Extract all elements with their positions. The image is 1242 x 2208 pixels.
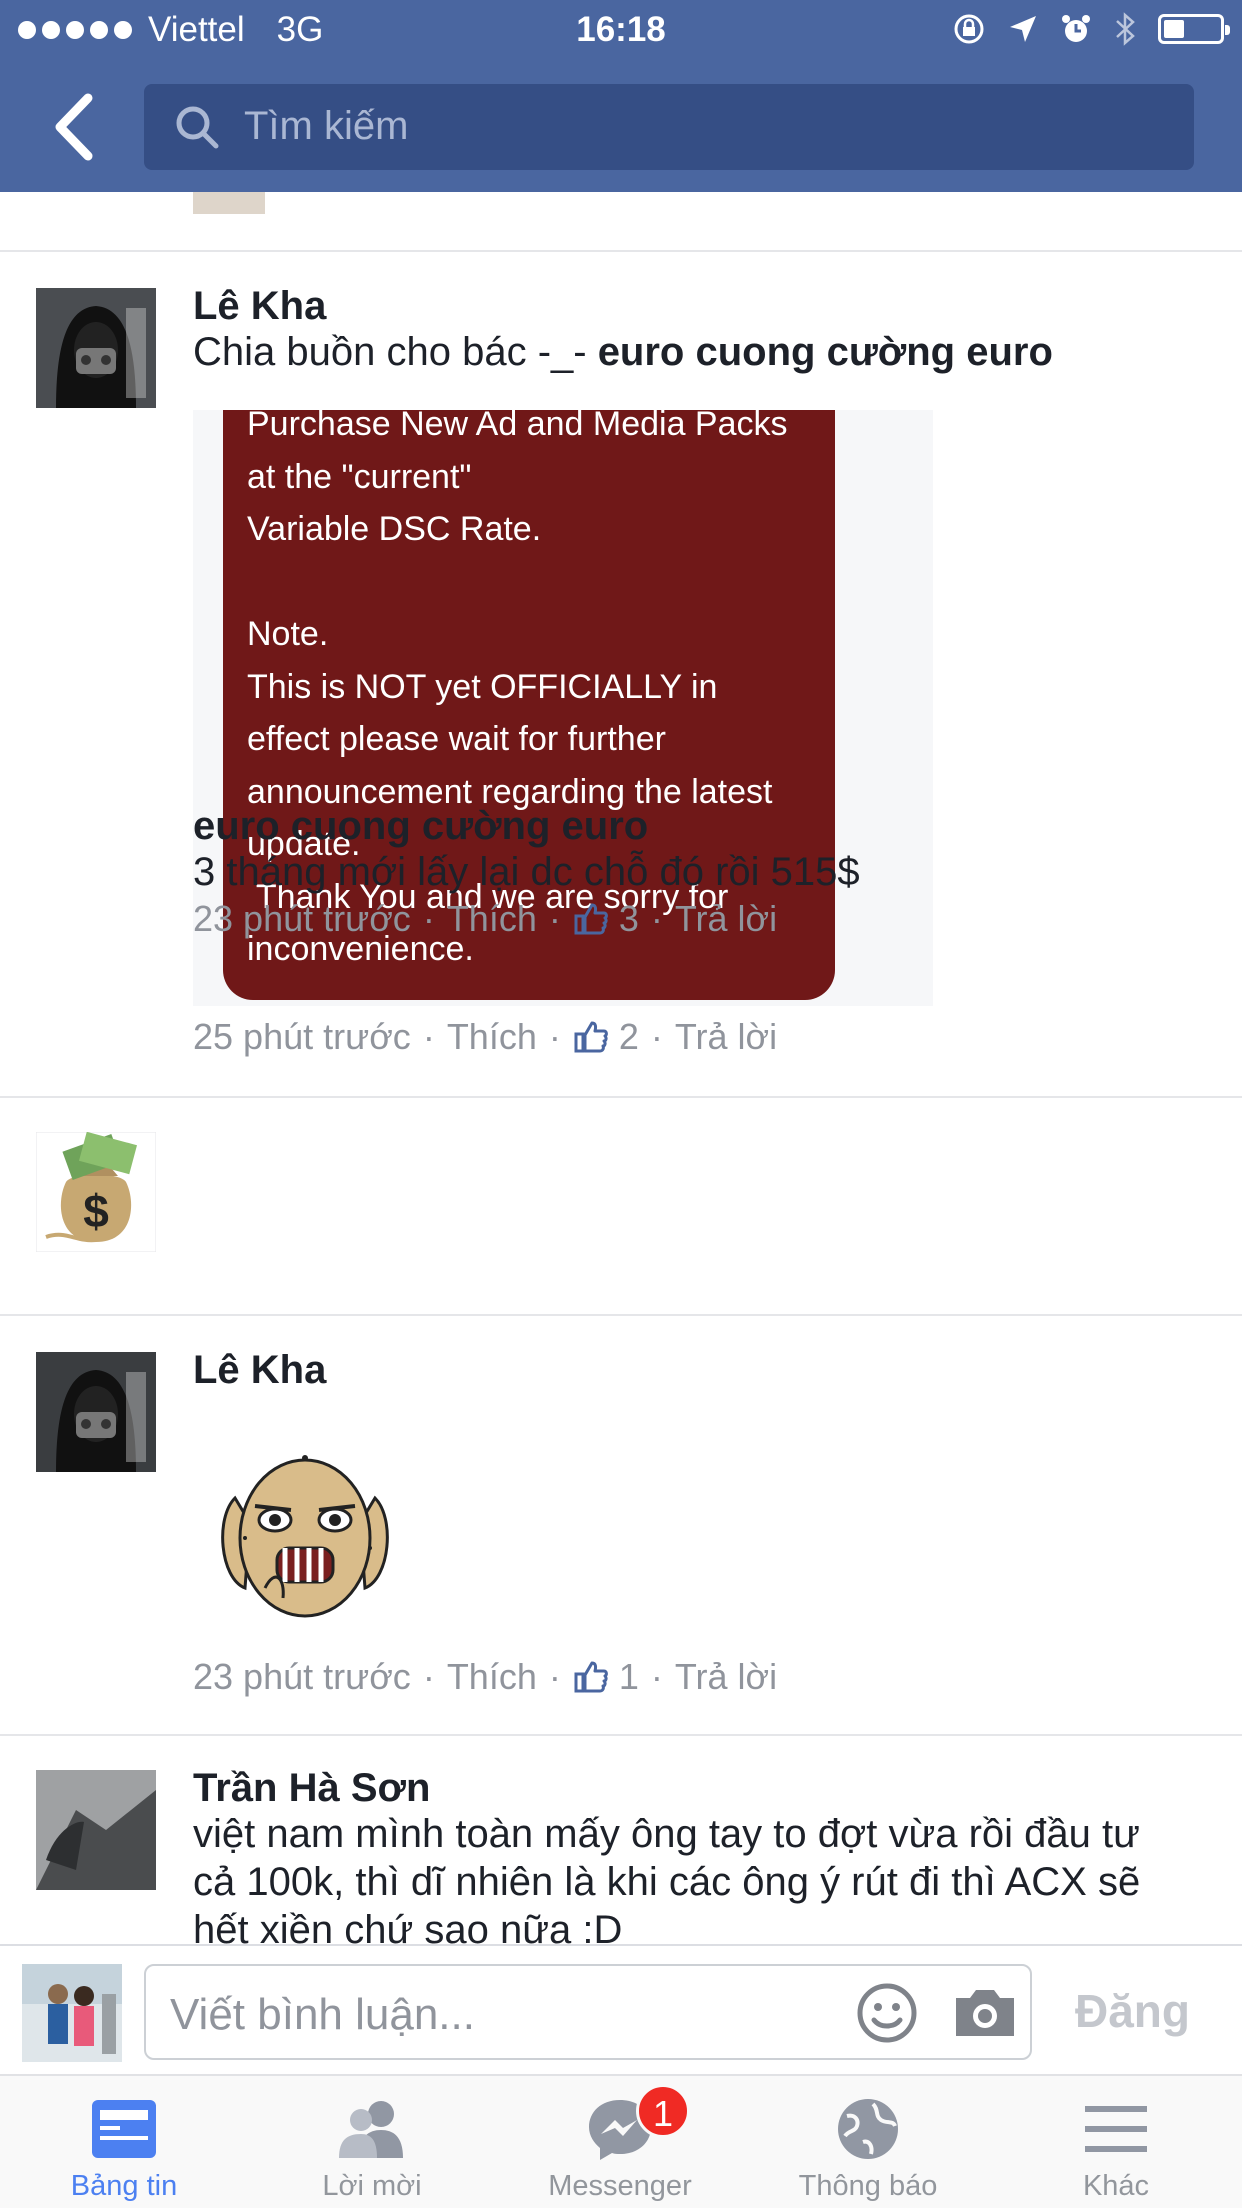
comment-text: 3 tháng mới lấy lại dc chỗ đó rồi 515$	[193, 850, 860, 894]
emoji-icon[interactable]	[856, 1982, 918, 2044]
comment-time: 23 phút trước	[193, 1656, 411, 1697]
notice-blank-line	[247, 556, 811, 609]
divider	[0, 1734, 1242, 1736]
divider	[0, 250, 1242, 252]
comment-meta: 23 phút trước · Thích · 3 · Trả lời	[193, 898, 777, 940]
avatar[interactable]	[36, 1770, 156, 1890]
tab-notifications[interactable]: Thông báo	[744, 2076, 992, 2208]
news-feed-icon	[92, 2100, 156, 2158]
thumbs-up-icon	[574, 1661, 608, 1693]
like-button[interactable]: Thích	[447, 1016, 537, 1058]
my-avatar	[22, 1964, 122, 2062]
comment-time: 25 phút trước	[193, 1016, 411, 1057]
divider	[0, 1096, 1242, 1098]
sticker-image[interactable]	[205, 1428, 405, 1628]
comment-meta: 25 phút trước · Thích · 2 · Trả lời	[193, 1016, 777, 1058]
comment-author[interactable]: Trần Hà Sơn	[193, 1766, 430, 1811]
tab-friend-requests[interactable]: Lời mời	[248, 2076, 496, 2208]
notification-badge: 1	[636, 2084, 690, 2138]
separator: ·	[548, 1656, 561, 1697]
thumbs-up-icon	[574, 903, 608, 935]
search-icon	[176, 106, 219, 149]
comment-input[interactable]: Viết bình luận...	[144, 1964, 1032, 2060]
globe-icon	[838, 2099, 898, 2159]
post-button[interactable]: Đăng	[1075, 1984, 1190, 2038]
notice-line: at the "current"	[247, 457, 472, 496]
tab-messenger[interactable]: 1 Messenger	[496, 2076, 744, 2208]
thumbs-up-icon	[574, 1021, 608, 1053]
separator: ·	[422, 1656, 435, 1697]
reply-button[interactable]: Trả lời	[675, 1656, 777, 1698]
separator: ·	[650, 1656, 663, 1697]
comment-placeholder: Viết bình luận...	[170, 1990, 475, 2039]
tab-label: Bảng tin	[70, 2170, 178, 2202]
avatar[interactable]	[36, 288, 156, 408]
tab-label: Lời mời	[322, 2170, 422, 2202]
like-count[interactable]: 1	[619, 1656, 639, 1698]
reply-button[interactable]: Trả lời	[675, 1016, 777, 1058]
like-button[interactable]: Thích	[447, 898, 537, 940]
separator: ·	[650, 1016, 663, 1057]
svg-text:$: $	[83, 1185, 109, 1237]
battery-icon	[1158, 14, 1230, 44]
search-input[interactable]: Tìm kiếm	[144, 84, 1194, 170]
search-placeholder: Tìm kiếm	[244, 104, 409, 148]
notice-line: effect please wait for further	[247, 720, 666, 758]
comment-meta: 23 phút trước · Thích · 1 · Trả lời	[193, 1656, 777, 1698]
like-count[interactable]: 3	[619, 898, 639, 940]
header: Viettel 3G 16:18 Tìm kiếm	[0, 0, 1242, 192]
previous-comment-thumbnail	[193, 192, 265, 214]
comments-list: Lê Kha Chia buồn cho bác -_- euro cuong …	[0, 192, 1242, 1944]
tab-label: Khác	[1082, 2170, 1150, 2202]
notice-line: This is NOT yet OFFICIALLY in	[247, 667, 718, 706]
comment-author[interactable]: euro cuong cường euro	[193, 804, 648, 849]
status-bar: Viettel 3G 16:18	[0, 0, 1242, 62]
comment-text: việt nam mình toàn mấy ông tay to đợt vừ…	[193, 1812, 1141, 1944]
camera-icon[interactable]	[952, 1986, 1018, 2040]
tab-news-feed[interactable]: Bảng tin	[0, 2076, 248, 2208]
tab-more[interactable]: Khác	[992, 2076, 1240, 2208]
comment-text: Chia buồn cho bác -_- euro cuong cường e…	[193, 328, 1193, 376]
mention-tag[interactable]: euro cuong cường euro	[598, 330, 1053, 374]
notice-line: Purchase New Ad and Media Packs	[247, 410, 788, 443]
comment-text-plain: Chia buồn cho bác -_-	[193, 330, 598, 374]
comment-composer: Viết bình luận... Đăng	[0, 1944, 1242, 2074]
alarm-icon	[1062, 15, 1090, 42]
bluetooth-icon	[1116, 12, 1135, 46]
separator: ·	[548, 1016, 561, 1057]
orientation-lock-icon	[954, 14, 984, 44]
separator: ·	[422, 898, 435, 939]
friend-requests-icon	[339, 2101, 403, 2158]
tab-label: Thông báo	[798, 2170, 938, 2202]
divider	[0, 1314, 1242, 1316]
back-icon[interactable]	[50, 92, 100, 162]
reply-button[interactable]: Trả lời	[675, 898, 777, 940]
avatar[interactable]: $	[36, 1132, 156, 1252]
like-count[interactable]: 2	[619, 1016, 639, 1058]
tab-bar: Bảng tin Lời mời 1 Messenger Thông báo K…	[0, 2074, 1242, 2208]
tab-label: Messenger	[548, 2170, 692, 2202]
separator: ·	[422, 1016, 435, 1057]
menu-icon	[1085, 2106, 1147, 2152]
notice-line: Note.	[247, 615, 329, 653]
comment-time: 23 phút trước	[193, 898, 411, 939]
avatar[interactable]	[36, 1352, 156, 1472]
like-button[interactable]: Thích	[447, 1656, 537, 1698]
notice-line: Variable DSC Rate.	[247, 510, 542, 548]
separator: ·	[650, 898, 663, 939]
comment-author[interactable]: Lê Kha	[193, 1348, 326, 1393]
comment-author[interactable]: Lê Kha	[193, 284, 326, 329]
separator: ·	[548, 898, 561, 939]
location-icon	[1010, 16, 1036, 42]
